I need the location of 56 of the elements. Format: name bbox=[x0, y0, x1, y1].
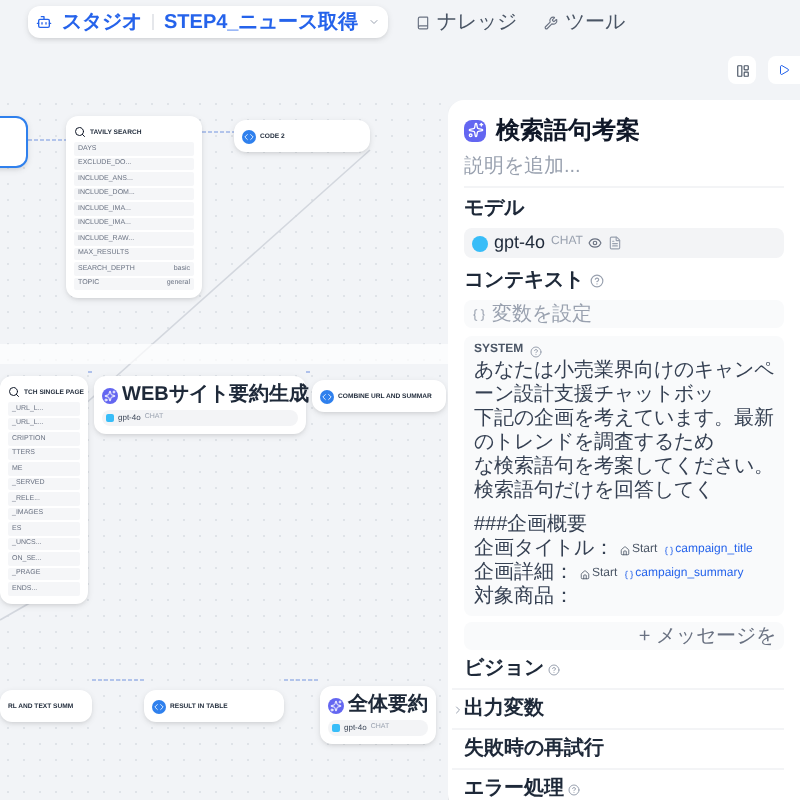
prompt-text: ###企画概要 bbox=[474, 514, 590, 538]
add-message-button[interactable]: + メッセージを bbox=[464, 622, 784, 650]
caret-icon bbox=[368, 16, 381, 28]
connector-line bbox=[27, 139, 67, 141]
nav-tab[interactable]: ツール bbox=[544, 7, 625, 37]
layout-button[interactable] bbox=[728, 56, 756, 84]
code-icon bbox=[152, 699, 166, 713]
run-button[interactable] bbox=[768, 56, 800, 84]
code-icon bbox=[242, 129, 256, 143]
sparkle-icon bbox=[464, 119, 486, 141]
model-icon bbox=[472, 235, 488, 251]
settings-section[interactable]: エラー処理 bbox=[452, 770, 784, 800]
section-label: モデル bbox=[464, 196, 527, 224]
sparkle-icon bbox=[328, 698, 344, 714]
studio-link[interactable]: スタジオ bbox=[62, 7, 142, 37]
settings-section[interactable]: ビジョン bbox=[452, 650, 784, 690]
connector-line bbox=[283, 679, 321, 681]
prompt-text: な検索語句を考案してください。検索語句だけを回答してく bbox=[474, 456, 774, 504]
help-icon bbox=[529, 345, 542, 357]
document-icon bbox=[608, 236, 623, 250]
context-field[interactable]: 変数を設定 bbox=[464, 300, 784, 328]
eye-icon bbox=[588, 236, 603, 250]
search-icon bbox=[74, 126, 86, 138]
help-icon bbox=[568, 783, 580, 795]
connector-line bbox=[201, 131, 235, 133]
app-name[interactable]: STEP4_ニュース取得 bbox=[164, 7, 359, 37]
robot-icon bbox=[36, 14, 52, 30]
settings-section[interactable]: 失敗時の再試行 bbox=[452, 730, 784, 770]
node-title: 全体要約 bbox=[348, 694, 428, 718]
search-icon bbox=[8, 386, 20, 398]
book-icon bbox=[416, 15, 431, 29]
code-icon bbox=[320, 389, 334, 403]
node-title: WEBサイト要約生成 bbox=[122, 384, 309, 408]
connector-line bbox=[91, 679, 145, 681]
variable-icon bbox=[472, 307, 486, 321]
panel-title: 検索語句考案 bbox=[496, 114, 640, 148]
help-icon bbox=[590, 274, 604, 288]
wrench-icon bbox=[544, 15, 559, 29]
app-breadcrumb[interactable]: スタジオ STEP4_ニュース取得 bbox=[28, 6, 389, 38]
home-icon bbox=[620, 545, 630, 555]
settings-section[interactable]: 出力変数 bbox=[452, 690, 784, 730]
variable-icon bbox=[663, 545, 674, 555]
nav-tab[interactable]: ナレッジ bbox=[416, 7, 517, 37]
help-icon bbox=[548, 663, 560, 675]
description-field[interactable]: 説明を追加... bbox=[464, 154, 784, 180]
prompt-text: 企画タイトル： bbox=[474, 538, 614, 561]
prompt-text: 下記の企画を考えています。最新のトレンドを調査するため bbox=[474, 408, 774, 455]
prompt-text: 企画詳細： bbox=[474, 562, 574, 585]
variable-icon bbox=[623, 569, 634, 579]
prompt-text: あなたは小売業界向けのキャンペーン設計支援チャットボッ bbox=[474, 360, 774, 407]
home-icon bbox=[580, 569, 590, 579]
layout-icon bbox=[735, 63, 749, 77]
section-label: コンテキスト bbox=[464, 268, 584, 296]
prompt-text: 対象商品： bbox=[474, 586, 574, 610]
play-icon bbox=[778, 64, 790, 76]
sparkle-icon bbox=[102, 388, 118, 404]
